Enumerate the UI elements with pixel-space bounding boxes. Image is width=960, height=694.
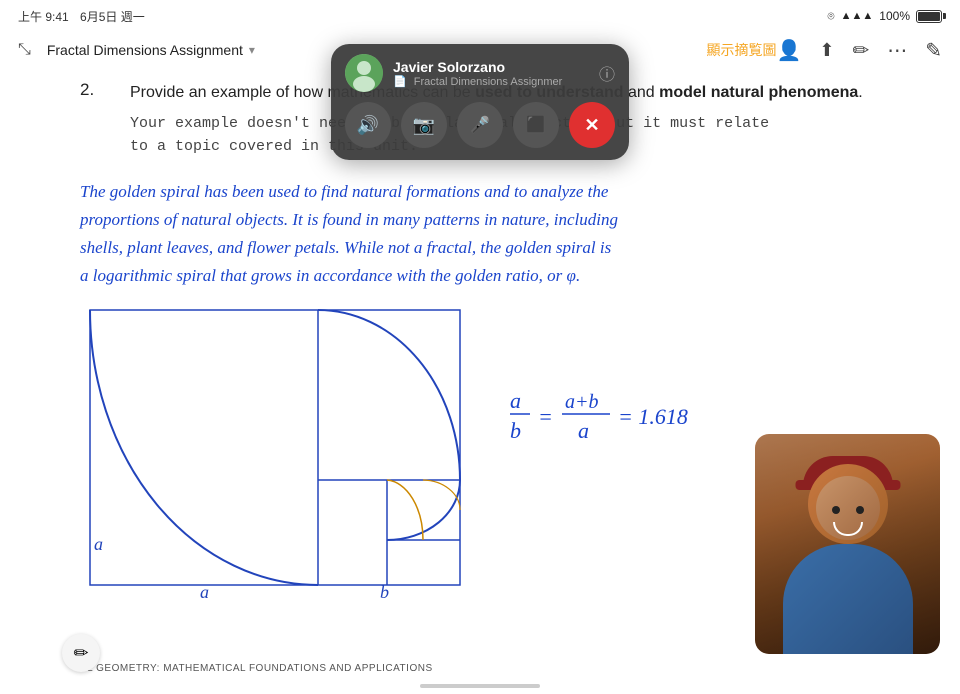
speaker-button[interactable]: 🔊 [345,102,391,148]
facetime-doc-name: Fractal Dimensions Assignmer [414,76,563,88]
svg-text:= 1.618: = 1.618 [618,404,688,429]
svg-text:a+b: a+b [565,391,599,413]
svg-text:a: a [200,582,209,600]
status-time: 上午 9:41 [18,10,69,24]
markup-icon[interactable]: ✏ [852,38,869,63]
share-icon[interactable]: ⬆ [819,40,834,61]
svg-text:a: a [510,388,521,413]
battery-percent: 100% [879,9,910,23]
status-indicators: ⌾ ▲▲▲ 100% [827,9,942,24]
person-body [783,544,913,654]
status-date: 6月5日 週一 [80,10,145,24]
facetime-overlay: Javier Solorzano 📄 Fractal Dimensions As… [331,44,629,160]
info-icon[interactable]: ⓘ [599,61,615,85]
left-eye [832,506,840,514]
status-time-date: 上午 9:41 6月5日 週一 [18,8,145,25]
handwritten-text: The golden spiral has been used to find … [80,178,900,290]
caller-avatar [345,54,383,92]
caller-info: Javier Solorzano 📄 Fractal Dimensions As… [393,59,589,88]
signal-icon: ▲▲▲ [841,10,874,22]
facetime-doc: 📄 Fractal Dimensions Assignmer [393,75,573,88]
wifi-icon: ⌾ [827,9,834,24]
eraser-icon: ✏ [73,643,88,664]
doc-title-text: Fractal Dimensions Assignment [47,42,243,58]
caller-name: Javier Solorzano [393,59,589,75]
screen-share-button[interactable]: ⬛ [513,102,559,148]
facetime-controls: 🔊 📷 🎤 ⬛ ✕ [345,102,615,148]
camera-button[interactable]: 📷 [401,102,447,148]
page-caption: AL GEOMETRY: MATHEMATICAL FOUNDATIONS AN… [80,663,433,674]
camera-thumbnail [755,434,940,654]
toolbar-left: ⤡ Fractal Dimensions Assignment ▾ [18,41,255,59]
end-call-button[interactable]: ✕ [569,102,615,148]
svg-text:a: a [578,418,589,443]
collaboration-icon[interactable]: 👤 [776,38,801,63]
battery-icon [916,10,942,23]
status-bar: 上午 9:41 6月5日 週一 ⌾ ▲▲▲ 100% [0,0,960,28]
chevron-down-icon: ▾ [249,43,255,57]
eraser-tool[interactable]: ✏ [62,634,100,672]
show-gallery-button[interactable]: 顯示摘覧圖 [706,40,776,60]
home-bar [420,684,540,688]
more-icon[interactable]: ⋯ [887,38,907,63]
toolbar-right: 👤 ⬆ ✏ ⋯ ✎ [776,38,942,63]
question-number: 2. [80,80,110,172]
facetime-header: Javier Solorzano 📄 Fractal Dimensions As… [345,54,615,92]
svg-text:b: b [380,582,389,600]
golden-spiral-diagram: a a b [80,300,470,600]
mute-button[interactable]: 🎤 [457,102,503,148]
formula-area: a b = a+b a = 1.618 [510,300,730,460]
document-title-area[interactable]: Fractal Dimensions Assignment ▾ [47,42,255,58]
video-feed [755,434,940,654]
handwritten-answer: The golden spiral has been used to find … [80,178,900,290]
svg-text:b: b [510,418,521,443]
svg-text:a: a [94,534,103,554]
right-eye [856,506,864,514]
compress-icon[interactable]: ⤡ [18,41,31,59]
svg-text:=: = [538,404,553,429]
edit-icon[interactable]: ✎ [925,38,942,63]
